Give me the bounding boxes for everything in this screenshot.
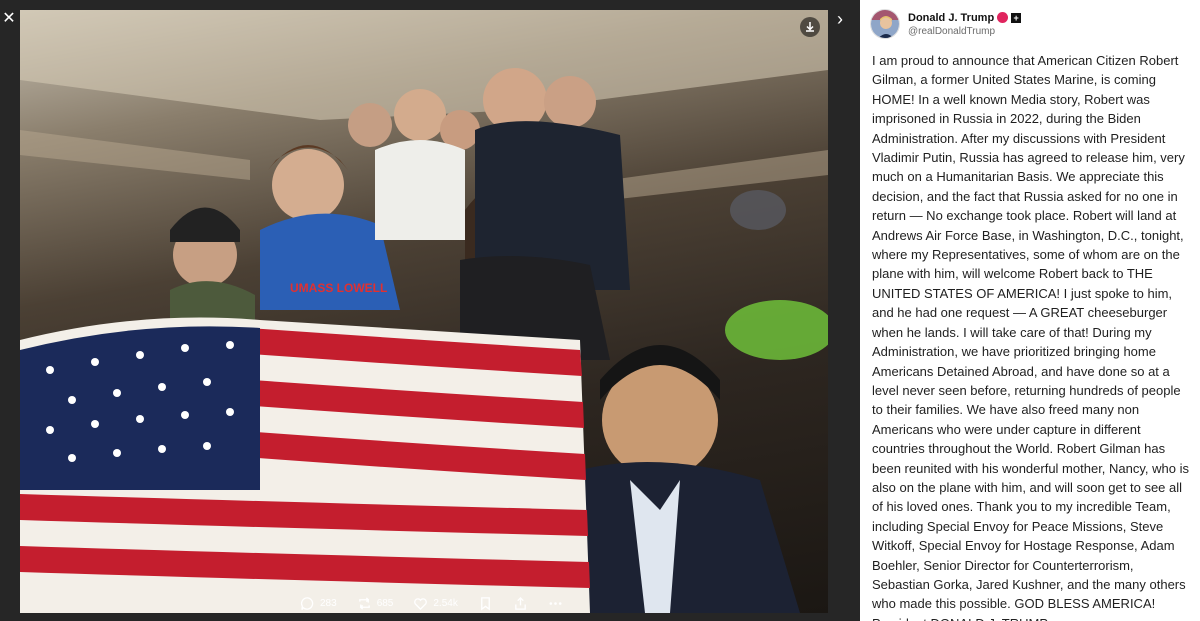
post-header: Donald J. Trump + @realDonaldTrump <box>870 8 1022 40</box>
more-icon <box>549 601 562 605</box>
bookmark-button[interactable] <box>478 596 493 611</box>
avatar[interactable] <box>870 9 900 39</box>
retruth-button[interactable]: 685 <box>357 596 394 611</box>
verified-badge-icon <box>997 12 1009 23</box>
more-button[interactable] <box>548 596 563 611</box>
like-button[interactable]: 2.54k <box>413 596 458 611</box>
handle[interactable]: @realDonaldTrump <box>908 26 1021 37</box>
reply-count: 283 <box>320 597 337 609</box>
media-viewer: ✕ UMASS LOWELL › 283 685 2.54k <box>0 0 860 621</box>
plus-icon: + <box>1011 12 1022 23</box>
retruth-icon <box>358 596 370 610</box>
like-icon <box>414 597 428 610</box>
post-body: I am proud to announce that American Cit… <box>872 53 1189 621</box>
like-count: 2.54k <box>433 597 458 609</box>
shirt-text: UMASS LOWELL <box>290 281 387 295</box>
retruth-count: 685 <box>376 597 394 609</box>
photo-scene: UMASS LOWELL <box>20 10 828 613</box>
reply-button[interactable]: 283 <box>300 596 337 611</box>
bookmark-icon <box>480 596 490 610</box>
chevron-right-icon[interactable]: › <box>832 8 848 30</box>
close-icon[interactable]: ✕ <box>0 8 18 30</box>
share-button[interactable] <box>513 596 528 611</box>
share-icon <box>515 596 526 610</box>
post-photo: UMASS LOWELL <box>20 10 828 613</box>
post-actions: 283 685 2.54k <box>300 592 563 614</box>
reply-icon <box>300 596 314 610</box>
post-panel: Donald J. Trump + @realDonaldTrump I am … <box>860 0 1200 621</box>
download-icon[interactable] <box>800 17 820 37</box>
display-name[interactable]: Donald J. Trump <box>908 12 994 24</box>
american-flag <box>20 317 590 613</box>
